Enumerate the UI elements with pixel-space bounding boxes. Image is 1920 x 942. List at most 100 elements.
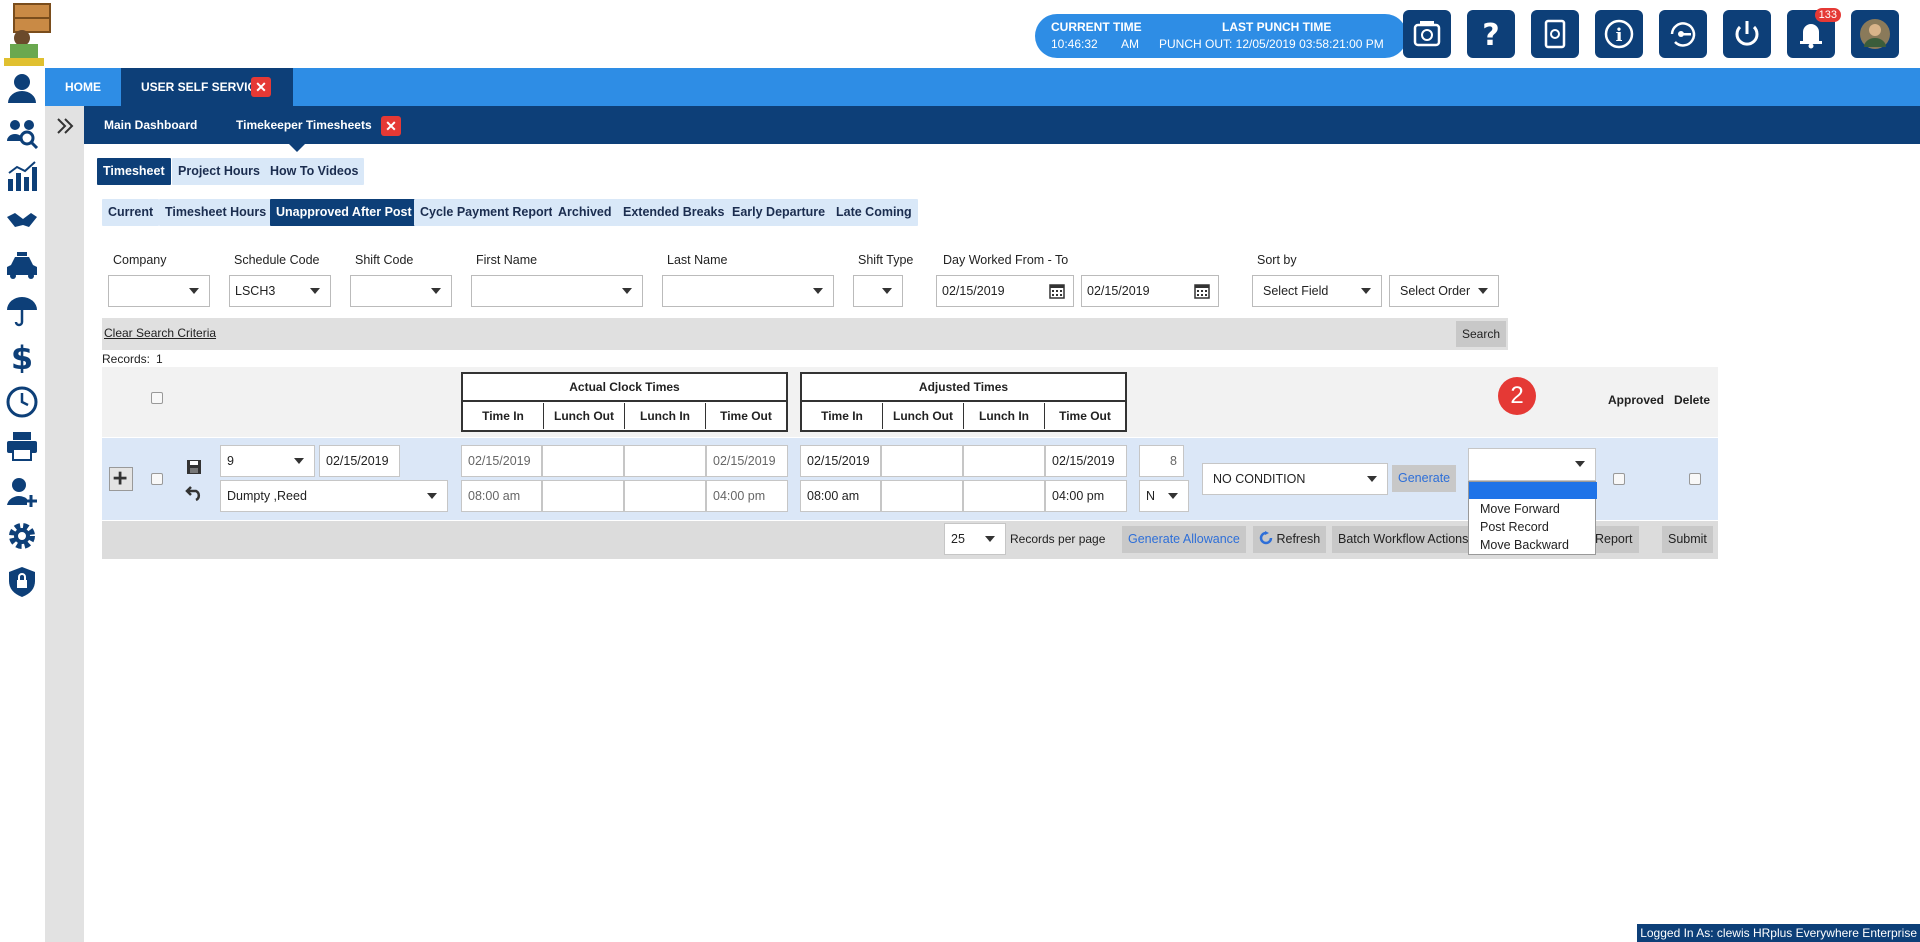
partners-nav[interactable] bbox=[4, 202, 40, 238]
tab-user-self-service-label: USER SELF SERVICE bbox=[141, 80, 265, 94]
sort-field-select[interactable]: Select Field bbox=[1252, 275, 1382, 307]
add-employee-nav[interactable] bbox=[4, 474, 40, 510]
double-chevron-right-icon bbox=[57, 118, 74, 134]
day-worked-from-value: 02/15/2019 bbox=[942, 284, 1005, 298]
save-row-button[interactable] bbox=[186, 459, 202, 475]
calendar-icon[interactable] bbox=[1194, 283, 1210, 299]
people-search-nav[interactable] bbox=[4, 114, 40, 150]
subtab-early-departure[interactable]: Early Departure bbox=[726, 199, 832, 226]
timeclock-button[interactable] bbox=[1403, 10, 1451, 58]
adjusted-time-in-time[interactable]: 08:00 am bbox=[800, 480, 881, 512]
select-all-checkbox[interactable] bbox=[151, 392, 163, 404]
chevron-down-icon bbox=[1478, 288, 1488, 294]
hours-input[interactable]: 8 bbox=[1139, 445, 1184, 477]
close-tab-timekeeper-timesheets[interactable]: ✕ bbox=[380, 115, 401, 136]
user-avatar-button[interactable] bbox=[1851, 10, 1899, 58]
subtab-cycle-payment-report[interactable]: Cycle Payment Report bbox=[414, 199, 559, 226]
workflow-action-select[interactable] bbox=[1468, 448, 1596, 481]
adjusted-lunch-out-date[interactable] bbox=[881, 445, 963, 477]
shift-type-select[interactable] bbox=[853, 275, 903, 307]
tab-main-dashboard[interactable]: Main Dashboard bbox=[104, 106, 197, 144]
primary-nav: HOME USER SELF SERVICE ✕ bbox=[45, 68, 1920, 106]
expand-sidebar-button[interactable] bbox=[55, 116, 75, 136]
row-date-input[interactable]: 02/15/2019 bbox=[319, 445, 400, 477]
tab-timesheet[interactable]: Timesheet bbox=[97, 158, 171, 185]
profile-nav[interactable] bbox=[4, 70, 40, 106]
submit-button[interactable]: Submit bbox=[1662, 526, 1713, 553]
flag-select[interactable]: N bbox=[1139, 480, 1189, 512]
last-name-label: Last Name bbox=[667, 253, 728, 267]
clear-search-link[interactable]: Clear Search Criteria bbox=[104, 326, 216, 340]
workflow-option-move-backward[interactable]: Move Backward bbox=[1469, 536, 1597, 554]
actual-time-in-date: 02/15/2019 bbox=[461, 445, 542, 477]
adjusted-time-out-date[interactable]: 02/15/2019 bbox=[1045, 445, 1127, 477]
print-nav[interactable] bbox=[4, 428, 40, 464]
subtab-extended-breaks[interactable]: Extended Breaks bbox=[617, 199, 731, 226]
batch-workflow-actions-button[interactable]: Batch Workflow Actions bbox=[1332, 526, 1475, 553]
generate-button[interactable]: Generate bbox=[1392, 465, 1457, 492]
tab-user-self-service[interactable]: USER SELF SERVICE ✕ bbox=[121, 68, 293, 106]
subtab-timesheet-hours[interactable]: Timesheet Hours bbox=[159, 199, 273, 226]
records-per-page-select[interactable]: 25 bbox=[944, 523, 1006, 555]
settings-book-button[interactable] bbox=[1531, 10, 1579, 58]
company-select[interactable] bbox=[108, 275, 210, 307]
tab-how-to-videos[interactable]: How To Videos bbox=[264, 158, 365, 185]
day-worked-to-input[interactable]: 02/15/2019 bbox=[1081, 275, 1219, 307]
actual-time-in-header: Time In bbox=[463, 403, 544, 429]
last-name-select[interactable] bbox=[662, 275, 834, 307]
travel-nav[interactable] bbox=[4, 248, 40, 284]
logout-button[interactable] bbox=[1723, 10, 1771, 58]
adjusted-lunch-in-date[interactable] bbox=[963, 445, 1045, 477]
day-worked-from-input[interactable]: 02/15/2019 bbox=[936, 275, 1074, 307]
first-name-select[interactable] bbox=[471, 275, 643, 307]
shift-code-select[interactable] bbox=[350, 275, 452, 307]
notifications-button[interactable]: 133 bbox=[1787, 8, 1841, 58]
undo-row-button[interactable] bbox=[185, 483, 203, 502]
printer-icon bbox=[7, 432, 37, 461]
tab-home[interactable]: HOME bbox=[65, 68, 101, 106]
approved-checkbox[interactable] bbox=[1613, 473, 1625, 485]
security-nav[interactable] bbox=[4, 564, 40, 600]
row-select-checkbox[interactable] bbox=[151, 473, 163, 485]
chevron-down-icon bbox=[427, 493, 437, 499]
analytics-nav[interactable] bbox=[4, 158, 40, 194]
refresh-icon bbox=[1259, 531, 1273, 545]
workflow-option-blank[interactable] bbox=[1469, 482, 1597, 499]
subtab-late-coming[interactable]: Late Coming bbox=[830, 199, 918, 226]
workflow-option-move-forward[interactable]: Move Forward bbox=[1469, 500, 1597, 518]
expand-row-button[interactable] bbox=[109, 467, 133, 491]
tab-timekeeper-timesheets[interactable]: Timekeeper Timesheets ✕ bbox=[236, 106, 401, 144]
info-button[interactable]: i bbox=[1595, 10, 1643, 58]
password-reset-button[interactable] bbox=[1659, 10, 1707, 58]
search-button[interactable]: Search bbox=[1456, 321, 1507, 347]
tab-project-hours[interactable]: Project Hours bbox=[172, 158, 266, 185]
employee-select[interactable]: Dumpty ,Reed bbox=[220, 480, 448, 512]
close-tab-user-self-service[interactable]: ✕ bbox=[251, 77, 271, 97]
refresh-button[interactable]: Refresh bbox=[1253, 526, 1327, 553]
sort-order-select[interactable]: Select Order bbox=[1389, 275, 1499, 307]
adjusted-lunch-in-time[interactable] bbox=[963, 480, 1045, 512]
workflow-option-post-record[interactable]: Post Record bbox=[1469, 518, 1597, 536]
current-time-ampm: AM bbox=[1121, 37, 1139, 51]
app-logo[interactable] bbox=[0, 0, 66, 68]
delete-checkbox[interactable] bbox=[1689, 473, 1701, 485]
time-nav[interactable] bbox=[4, 384, 40, 420]
row-number-select[interactable]: 9 bbox=[220, 445, 315, 477]
actual-lunch-in-header: Lunch In bbox=[625, 403, 706, 429]
actual-lunch-in-date bbox=[624, 445, 706, 477]
subtab-unapproved-after-post[interactable]: Unapproved After Post bbox=[270, 199, 418, 226]
settings-nav[interactable] bbox=[4, 518, 40, 554]
adjusted-lunch-out-time[interactable] bbox=[881, 480, 963, 512]
subtab-current[interactable]: Current bbox=[102, 199, 160, 226]
benefits-nav[interactable] bbox=[4, 292, 40, 328]
adjusted-time-in-date[interactable]: 02/15/2019 bbox=[800, 445, 881, 477]
help-button[interactable]: ? bbox=[1467, 10, 1515, 58]
condition-select[interactable]: NO CONDITION bbox=[1202, 463, 1388, 495]
subtab-archived[interactable]: Archived bbox=[552, 199, 618, 226]
payroll-nav[interactable]: $ bbox=[4, 338, 40, 374]
condition-value: NO CONDITION bbox=[1213, 472, 1306, 486]
adjusted-time-out-time[interactable]: 04:00 pm bbox=[1045, 480, 1127, 512]
calendar-icon[interactable] bbox=[1049, 283, 1065, 299]
schedule-code-select[interactable]: LSCH3 bbox=[229, 275, 331, 307]
generate-allowance-button[interactable]: Generate Allowance bbox=[1122, 526, 1246, 553]
